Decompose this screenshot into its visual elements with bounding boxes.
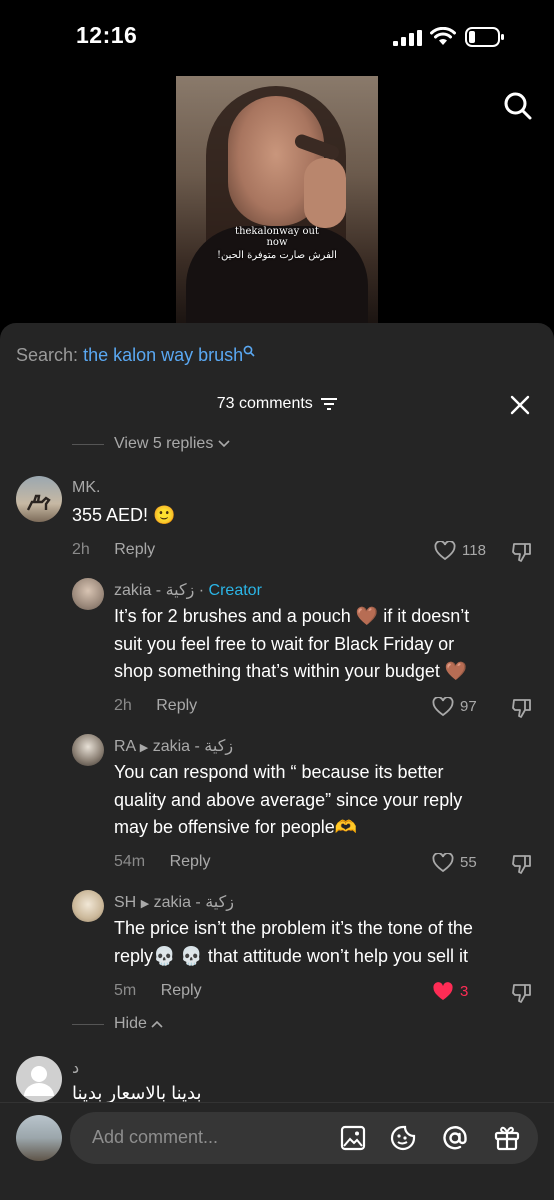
reply-time: 2h	[114, 697, 132, 714]
like-button[interactable]: 118	[434, 540, 486, 561]
reply-author[interactable]: SH ▶ zakia - زكية	[114, 892, 234, 912]
avatar[interactable]	[16, 1056, 62, 1102]
search-icon[interactable]	[503, 91, 533, 121]
heart-filled-icon	[433, 982, 453, 1000]
video-caption-line1: thekalonway out	[235, 226, 319, 237]
like-button[interactable]: 3	[432, 982, 468, 1002]
dislike-icon[interactable]	[511, 982, 533, 1004]
avatar[interactable]	[72, 890, 104, 922]
search-small-icon	[243, 345, 255, 357]
reply-to-arrow-icon: ▶	[140, 898, 150, 910]
like-count: 118	[462, 541, 486, 559]
reply-author[interactable]: zakia - زكية · Creator	[114, 580, 262, 600]
comment-input-placeholder: Add comment...	[92, 1127, 219, 1147]
dislike-icon[interactable]	[511, 853, 533, 875]
video-preview[interactable]: thekalonway out now الفرش صارت متوفرة ال…	[176, 76, 378, 324]
search-query-link[interactable]: the kalon way brush	[83, 345, 243, 365]
reply-author-name: RA	[114, 738, 136, 755]
comment-input[interactable]: Add comment...	[70, 1112, 538, 1164]
horse-rider-icon	[26, 494, 51, 511]
avatar[interactable]	[16, 476, 62, 522]
status-time: 12:16	[76, 22, 138, 48]
reply-text: It’s for 2 brushes and a pouch 🤎 if it d…	[114, 606, 470, 681]
reply-time: 54m	[114, 853, 146, 870]
avatar[interactable]	[16, 1115, 62, 1161]
like-count: 3	[460, 982, 469, 1000]
search-prefix: Search:	[16, 345, 79, 365]
reply-to-arrow-icon: ▶	[139, 742, 149, 754]
close-icon[interactable]	[509, 394, 531, 416]
reply-meta: 5m Reply	[114, 982, 202, 1000]
search-suggestion[interactable]: Search: the kalon way brush	[16, 345, 255, 366]
heart-icon	[434, 540, 456, 561]
video-caption-line3: الفرش صارت متوفرة الحين!	[217, 250, 337, 261]
comments-count-label: 73 comments	[216, 395, 313, 412]
reply-author[interactable]: RA ▶ zakia - زكية	[114, 736, 233, 756]
reply-button[interactable]: Reply	[114, 541, 155, 558]
reply-text: The price isn’t the problem it’s the ton…	[114, 918, 473, 966]
like-button[interactable]: 97	[432, 696, 477, 717]
view-replies-label: View 5 replies	[114, 435, 214, 452]
dislike-icon[interactable]	[511, 541, 533, 563]
reply-button[interactable]: Reply	[156, 697, 197, 714]
mention-icon[interactable]	[442, 1125, 468, 1151]
avatar[interactable]	[72, 578, 104, 610]
reply-button[interactable]: Reply	[170, 853, 211, 870]
comment-meta: 2h Reply	[72, 541, 155, 559]
reply-meta: 2h Reply	[114, 697, 197, 715]
status-bar: 12:16	[0, 0, 554, 72]
comment-author[interactable]: MK.	[72, 479, 100, 497]
comments-count: 73 comments	[0, 395, 554, 413]
view-replies-button[interactable]: View 5 replies	[114, 435, 230, 453]
comment-text: 355 AED! 🙂	[72, 505, 176, 525]
like-count: 55	[460, 853, 477, 871]
comment-author[interactable]: د	[72, 1058, 79, 1078]
wifi-icon	[430, 27, 456, 45]
reply-to-name: zakia - زكية	[152, 738, 234, 755]
default-avatar-icon	[24, 1066, 54, 1096]
reply-author-name: SH	[114, 894, 137, 911]
comment-time: 2h	[72, 541, 90, 558]
battery-icon	[465, 27, 504, 47]
comment-text: بدينا بالاسعار بدينا	[72, 1083, 202, 1102]
image-icon[interactable]	[340, 1125, 366, 1151]
like-button[interactable]: 55	[432, 852, 477, 873]
like-count: 97	[460, 697, 477, 715]
reply-button[interactable]: Reply	[161, 982, 202, 999]
chevron-up-icon	[151, 1020, 163, 1028]
chevron-down-icon	[218, 440, 230, 448]
filter-icon[interactable]	[321, 397, 338, 410]
emoji-icon[interactable]	[390, 1125, 416, 1151]
heart-icon	[432, 852, 454, 873]
reply-meta: 54m Reply	[114, 853, 210, 871]
heart-icon	[432, 696, 454, 717]
hide-replies-button[interactable]: Hide	[114, 1015, 163, 1033]
hide-label: Hide	[114, 1015, 147, 1032]
creator-badge: Creator	[208, 582, 262, 599]
signal-icon	[393, 30, 422, 46]
gift-icon[interactable]	[494, 1125, 520, 1151]
dislike-icon[interactable]	[511, 697, 533, 719]
video-caption-line2: now	[266, 237, 288, 248]
reply-text: You can respond with “ because its bette…	[114, 762, 463, 837]
reply-to-name: zakia - زكية	[153, 894, 234, 911]
reply-author-name: zakia - زكية	[114, 582, 195, 599]
avatar[interactable]	[72, 734, 104, 766]
reply-time: 5m	[114, 982, 137, 999]
